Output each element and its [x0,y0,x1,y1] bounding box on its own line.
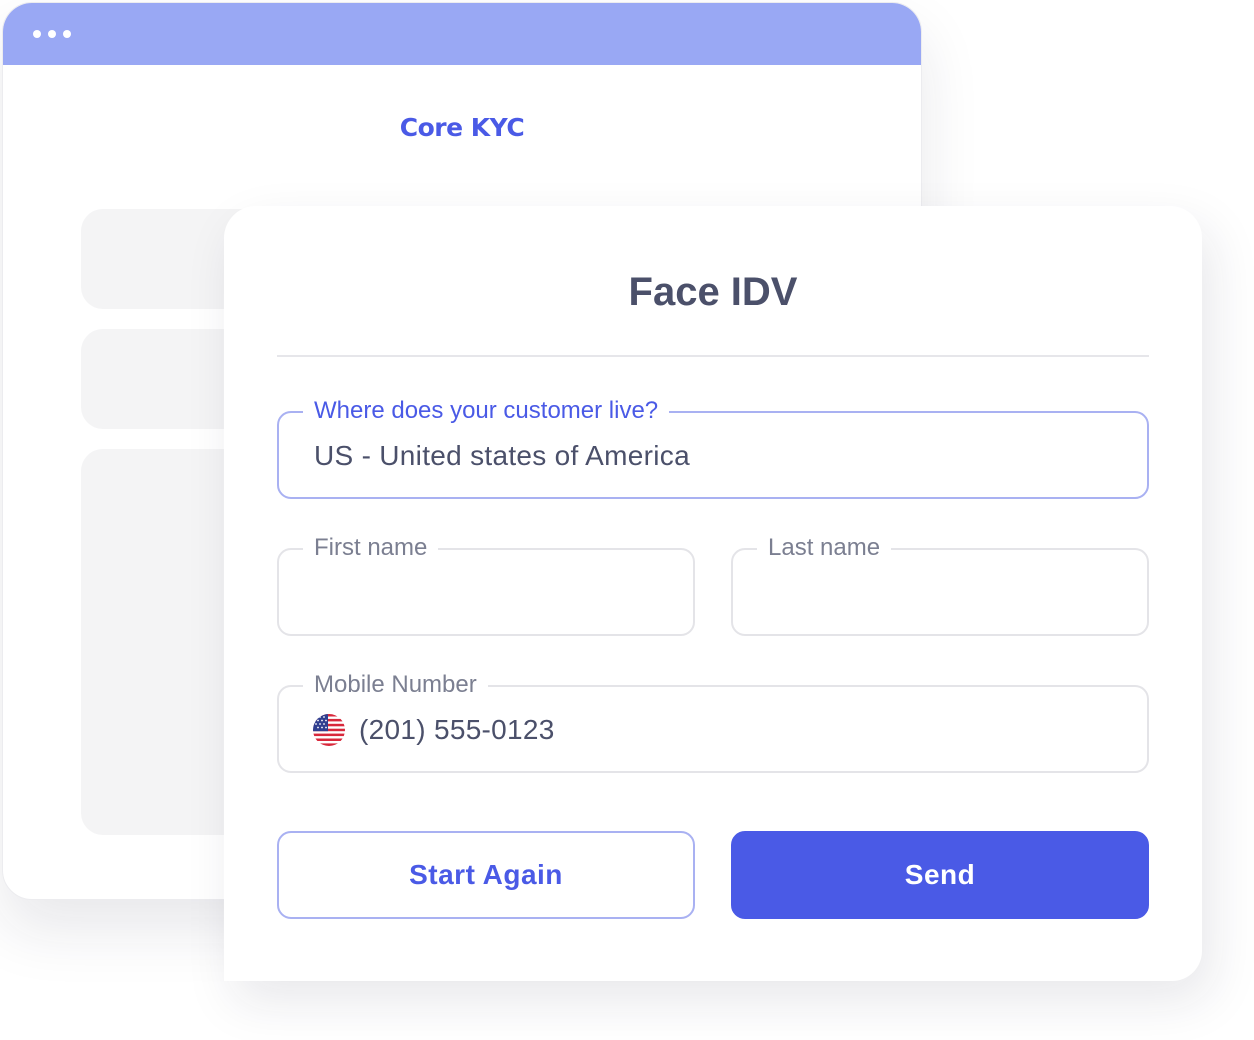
mobile-number-value: (201) 555-0123 [359,714,555,745]
form-title: Face IDV [628,270,798,314]
brand-logo: Core KYC [399,113,525,142]
start-again-button[interactable]: Start Again [277,831,695,919]
stage: Core KYC Face IDV Where does your custom… [0,0,1254,1040]
country-label: Where does your customer live? [303,395,670,427]
window-dots-icon [33,30,71,38]
face-idv-form: Face IDV Where does your customer live? … [224,206,1202,981]
mobile-number-field[interactable]: Mobile Number (201) 555-0123 [277,669,1149,773]
mobile-number-label: Mobile Number [303,669,488,701]
first-name-field[interactable]: First name [277,532,695,636]
country-value: US - United states of America [314,440,690,471]
last-name-label: Last name [757,532,892,564]
first-name-label: First name [303,532,439,564]
title-divider [277,355,1149,357]
send-button[interactable]: Send [731,831,1149,919]
us-flag-icon[interactable] [313,714,345,746]
country-select[interactable]: Where does your customer live? US - Unit… [277,395,1149,499]
window-titlebar [3,3,921,65]
last-name-field[interactable]: Last name [731,532,1149,636]
